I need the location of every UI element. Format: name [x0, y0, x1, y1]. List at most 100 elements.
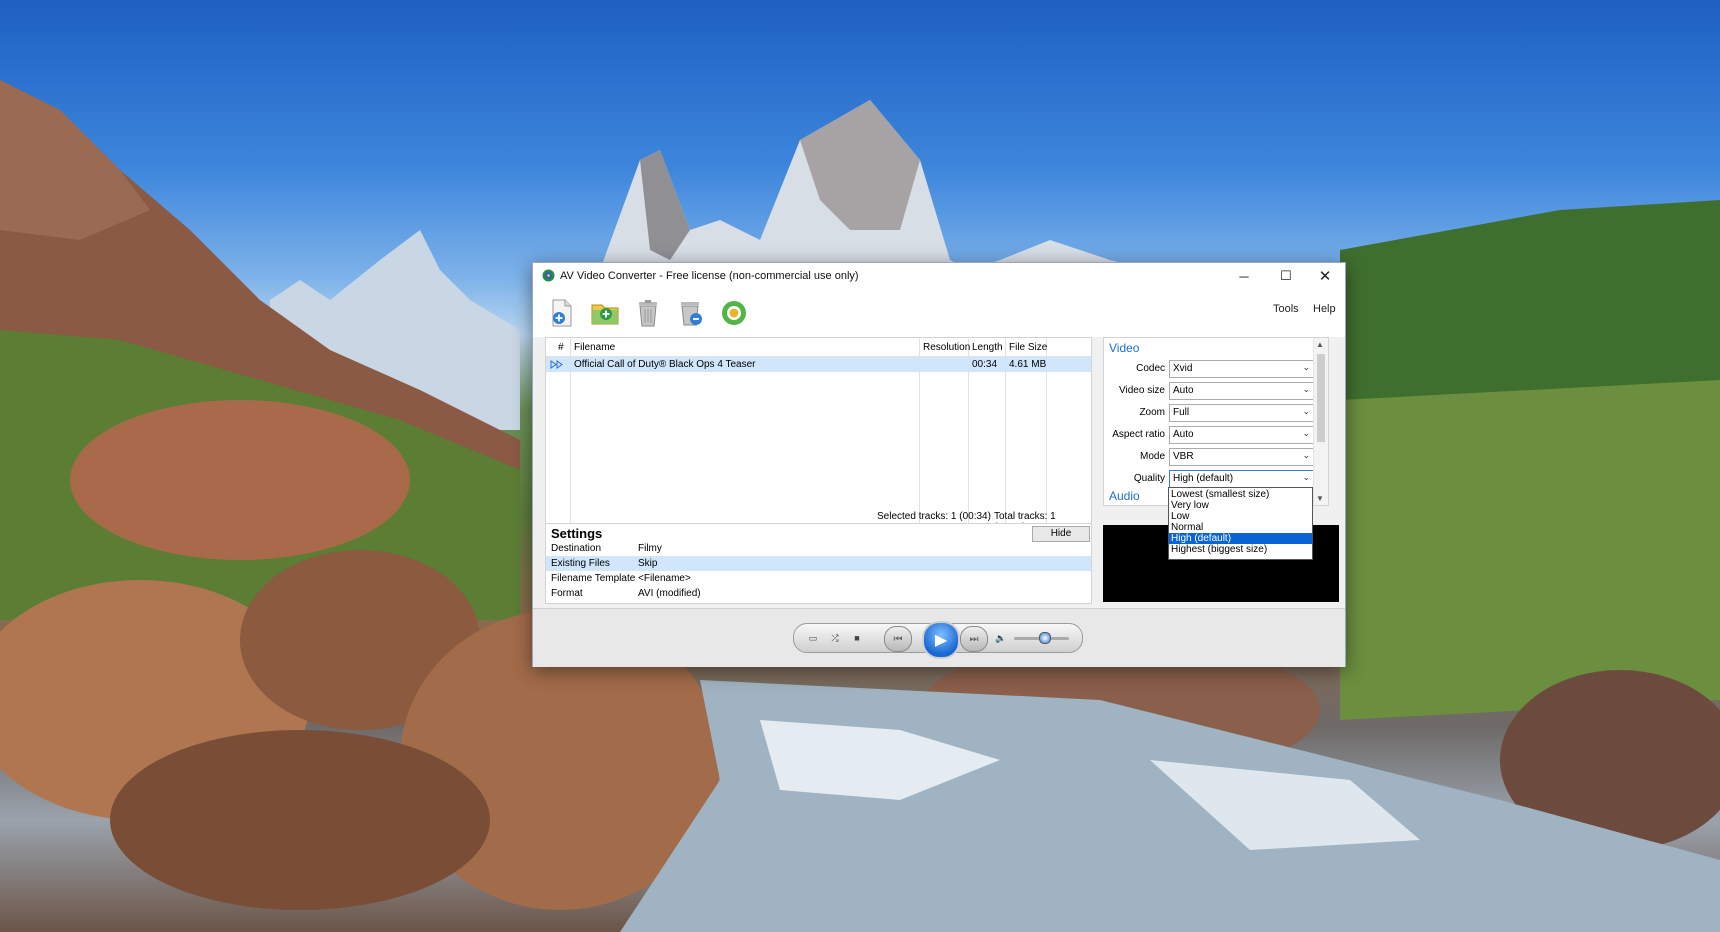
- stop-icon[interactable]: ■: [850, 631, 864, 645]
- column-filename[interactable]: Filename: [574, 342, 615, 353]
- video-size-value: Auto: [1173, 385, 1194, 396]
- quality-option[interactable]: Normal: [1169, 522, 1312, 533]
- setting-value: <Filename>: [638, 573, 691, 584]
- remove-all-button[interactable]: [676, 298, 706, 328]
- setting-value: Filmy: [638, 543, 662, 554]
- add-folder-icon: [591, 304, 619, 325]
- menu-help[interactable]: Help: [1313, 303, 1336, 315]
- play-icon: ▶: [934, 632, 948, 649]
- convert-icon: [722, 301, 746, 325]
- shuffle-icon[interactable]: ⤮: [828, 631, 842, 645]
- video-heading: Video: [1109, 341, 1140, 355]
- selected-tracks: Selected tracks: 1 (00:34): [877, 511, 991, 522]
- skip-back-icon: ⏮: [893, 633, 903, 645]
- audio-heading: Audio: [1109, 489, 1140, 503]
- add-file-button[interactable]: [547, 298, 577, 328]
- column-resolution[interactable]: Resolution: [923, 342, 970, 353]
- av-video-converter-window: AV Video Converter - Free license (non-c…: [532, 262, 1346, 667]
- minimize-button[interactable]: ─: [1223, 263, 1265, 289]
- media-player-controls: ▭ ⤮ ■ ⏮ ▶ ⏭ 🔈: [793, 621, 1083, 659]
- settings-row-existing-files[interactable]: Existing Files Skip: [546, 556, 1091, 571]
- column-file-size[interactable]: File Size: [1009, 342, 1047, 353]
- mode-row: Mode VBR ⌄: [1104, 448, 1314, 466]
- row-length: 00:34: [972, 359, 998, 370]
- video-size-select[interactable]: Auto ⌄: [1169, 382, 1314, 400]
- aspect-ratio-label: Aspect ratio: [1112, 429, 1165, 440]
- mode-select[interactable]: VBR ⌄: [1169, 448, 1314, 466]
- maximize-button[interactable]: ☐: [1265, 263, 1307, 289]
- toolbar: Tools Help: [533, 289, 1345, 337]
- play-button[interactable]: ▶: [922, 621, 960, 659]
- scrollbar-thumb[interactable]: [1317, 354, 1325, 442]
- menu-tools[interactable]: Tools: [1273, 303, 1299, 315]
- table-row[interactable]: Official Call of Duty® Black Ops 4 Tease…: [546, 357, 1091, 372]
- add-file-icon: [552, 299, 572, 327]
- quality-select[interactable]: High (default) ⌄: [1169, 470, 1314, 488]
- chevron-down-icon: ⌄: [1302, 472, 1310, 482]
- repeat-icon[interactable]: ▭: [806, 631, 820, 645]
- convert-button[interactable]: [719, 298, 749, 328]
- setting-value: Skip: [638, 558, 658, 569]
- chevron-down-icon: ⌄: [1302, 450, 1310, 460]
- column-number[interactable]: #: [558, 342, 564, 353]
- codec-value: Xvid: [1173, 363, 1193, 374]
- setting-key: Format: [551, 588, 583, 599]
- video-size-row: Video size Auto ⌄: [1104, 382, 1314, 400]
- video-size-label: Video size: [1119, 385, 1165, 396]
- mode-value: VBR: [1173, 451, 1194, 462]
- quality-option[interactable]: Very low: [1169, 500, 1312, 511]
- zoom-row: Zoom Full ⌄: [1104, 404, 1314, 422]
- settings-row-destination[interactable]: Destination Filmy: [546, 541, 1091, 556]
- settings-row-format[interactable]: Format AVI (modified): [546, 586, 1091, 601]
- setting-value: AVI (modified): [638, 588, 701, 599]
- quality-option[interactable]: Low: [1169, 511, 1312, 522]
- row-filename: Official Call of Duty® Black Ops 4 Tease…: [574, 359, 756, 370]
- settings-row-filename-template[interactable]: Filename Template <Filename>: [546, 571, 1091, 586]
- quality-dropdown-list[interactable]: Lowest (smallest size) Very low Low Norm…: [1168, 487, 1313, 560]
- quality-value: High (default): [1173, 473, 1234, 484]
- aspect-ratio-select[interactable]: Auto ⌄: [1169, 426, 1314, 444]
- quality-label: Quality: [1133, 473, 1165, 484]
- scroll-down-icon[interactable]: ▼: [1316, 494, 1324, 503]
- play-track-icon: [550, 360, 563, 369]
- mode-label: Mode: [1139, 451, 1165, 462]
- settings-title: Settings: [551, 526, 603, 541]
- quality-option[interactable]: Lowest (smallest size): [1169, 489, 1312, 500]
- delete-icon: [639, 300, 657, 327]
- zoom-value: Full: [1173, 407, 1190, 418]
- settings-panel: Settings Hide Destination Filmy Existing…: [545, 523, 1092, 604]
- chevron-down-icon: ⌄: [1302, 362, 1310, 372]
- panel-scrollbar[interactable]: ▲ ▼: [1313, 338, 1328, 505]
- codec-select[interactable]: Xvid ⌄: [1169, 360, 1314, 378]
- aspect-ratio-value: Auto: [1173, 429, 1194, 440]
- zoom-select[interactable]: Full ⌄: [1169, 404, 1314, 422]
- delete-button[interactable]: [633, 298, 663, 328]
- title-bar[interactable]: AV Video Converter - Free license (non-c…: [533, 263, 1345, 289]
- previous-button[interactable]: ⏮: [884, 626, 912, 652]
- add-folder-button[interactable]: [590, 298, 620, 328]
- codec-label: Codec: [1136, 363, 1165, 374]
- row-file-size: 4.61 MB: [1009, 359, 1047, 370]
- conversion-options-panel: Video Codec Xvid ⌄ Video size Auto ⌄ Zoom …: [1103, 337, 1329, 506]
- player-bar: ▭ ⤮ ■ ⏮ ▶ ⏭ 🔈: [533, 608, 1345, 667]
- app-icon: [542, 269, 555, 282]
- hide-button[interactable]: Hide: [1032, 526, 1090, 542]
- close-button[interactable]: ✕: [1304, 263, 1346, 289]
- volume-slider-knob[interactable]: [1039, 632, 1052, 644]
- aspect-ratio-row: Aspect ratio Auto ⌄: [1104, 426, 1314, 444]
- file-list-header: # Filename Resolution Length File Size: [546, 338, 1091, 357]
- skip-forward-icon: ⏭: [969, 633, 979, 645]
- next-button[interactable]: ⏭: [960, 626, 988, 652]
- column-length[interactable]: Length: [972, 342, 1003, 353]
- file-list[interactable]: # Filename Resolution Length File Size O…: [545, 337, 1092, 529]
- volume-icon[interactable]: 🔈: [994, 631, 1008, 645]
- setting-key: Filename Template: [551, 573, 636, 584]
- quality-option[interactable]: Highest (biggest size): [1169, 544, 1312, 555]
- quality-option[interactable]: High (default): [1169, 533, 1312, 544]
- setting-key: Existing Files: [551, 558, 610, 569]
- chevron-down-icon: ⌄: [1302, 384, 1310, 394]
- zoom-label: Zoom: [1139, 407, 1165, 418]
- setting-key: Destination: [551, 543, 602, 554]
- scroll-up-icon[interactable]: ▲: [1316, 340, 1324, 349]
- remove-all-icon: [681, 302, 702, 326]
